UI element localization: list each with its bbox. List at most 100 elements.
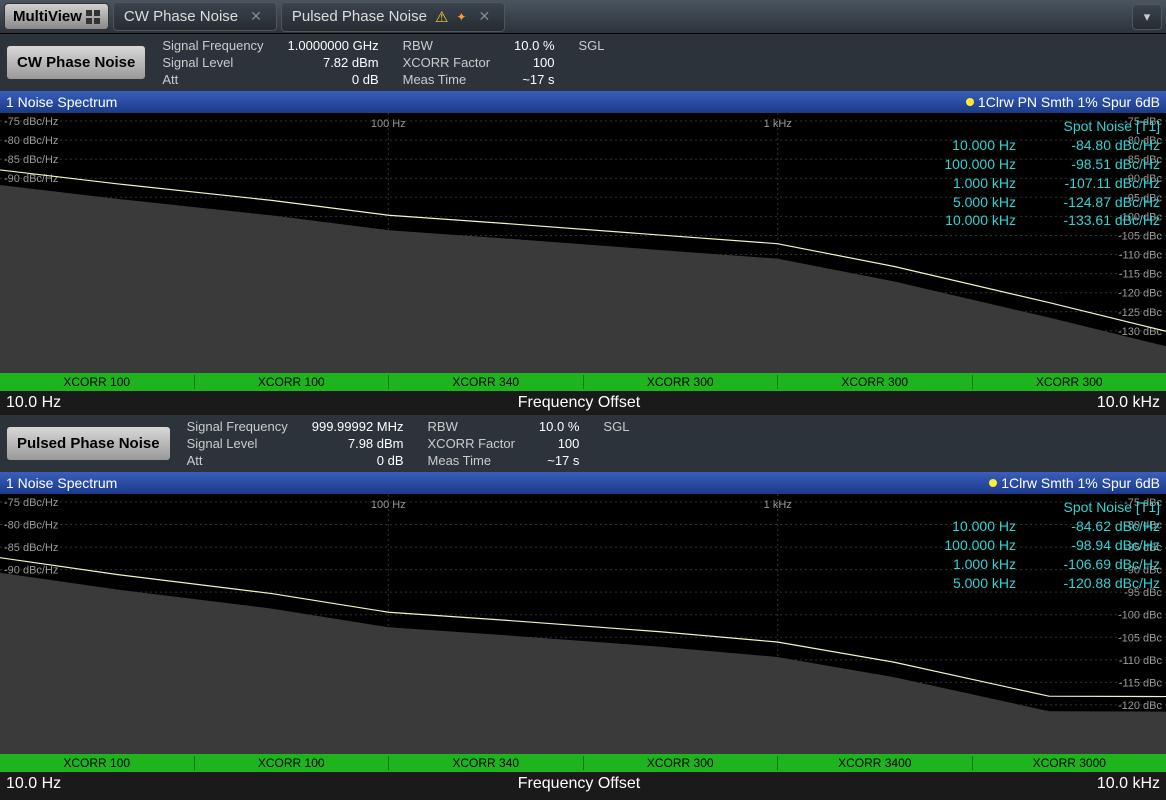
- trace-title-left: 1 Noise Spectrum: [6, 94, 117, 110]
- svg-text:-110 dBc: -110 dBc: [1119, 250, 1163, 262]
- multiview-button[interactable]: MultiView: [4, 3, 109, 30]
- spot-noise-row: 10.000 kHz-133.61 dBc/Hz: [906, 211, 1160, 230]
- spot-noise-row: 100.000 Hz-98.51 dBc/Hz: [906, 155, 1160, 174]
- spot-noise-row: 5.000 kHz-124.87 dBc/Hz: [906, 193, 1160, 212]
- trace-title-left: 1 Noise Spectrum: [6, 475, 117, 491]
- xcorr-segment: XCORR 100: [0, 756, 195, 770]
- close-icon[interactable]: ✕: [474, 8, 494, 25]
- param-value: ~17 s: [514, 72, 554, 87]
- axis-center: Frequency Offset: [518, 775, 640, 793]
- svg-text:-115 dBc: -115 dBc: [1119, 677, 1163, 689]
- param-value: 0 dB: [312, 453, 404, 468]
- panel-cw: CW Phase Noise Signal Frequency 1.000000…: [0, 34, 1166, 415]
- trace-indicator-icon: [989, 479, 997, 487]
- param-label: XCORR Factor: [428, 436, 515, 451]
- trace-title-right: 1Clrw Smth 1% Spur 6dB: [1001, 475, 1160, 491]
- xcorr-segment: XCORR 3000: [973, 756, 1166, 770]
- xcorr-segment: XCORR 100: [195, 375, 390, 389]
- param-label: Signal Frequency: [187, 419, 288, 434]
- warning-icon: ⚠: [435, 8, 448, 26]
- spot-noise-row: 100.000 Hz-98.94 dBc/Hz: [906, 536, 1160, 555]
- param-label: Signal Frequency: [162, 38, 263, 53]
- xcorr-bar-pulsed: XCORR 100XCORR 100XCORR 340XCORR 300XCOR…: [0, 754, 1166, 772]
- tab-label: Pulsed Phase Noise: [292, 8, 427, 25]
- svg-text:1 kHz: 1 kHz: [764, 118, 792, 130]
- param-label: Att: [187, 453, 288, 468]
- svg-text:-110 dBc: -110 dBc: [1119, 655, 1163, 667]
- meas-button-pulsed[interactable]: Pulsed Phase Noise: [6, 426, 171, 461]
- svg-text:-100 dBc: -100 dBc: [1118, 610, 1163, 622]
- param-label: Meas Time: [403, 72, 490, 87]
- param-label: Signal Level: [162, 55, 263, 70]
- param-value: 999.99992 MHz: [312, 419, 404, 434]
- axis-footer-pulsed: 10.0 Hz Frequency Offset 10.0 kHz: [0, 772, 1166, 796]
- param-value: 100: [539, 436, 579, 451]
- svg-text:-80 dBc/Hz: -80 dBc/Hz: [4, 520, 58, 532]
- close-icon[interactable]: ✕: [246, 8, 266, 25]
- tab-pulsed-phase-noise[interactable]: Pulsed Phase Noise ⚠ ✦ ✕: [281, 2, 505, 32]
- param-value: 10.0 %: [539, 419, 579, 434]
- axis-center: Frequency Offset: [518, 394, 640, 412]
- params-grid: Signal Frequency 1.0000000 GHz RBW 10.0 …: [162, 38, 604, 87]
- svg-text:-105 dBc: -105 dBc: [1118, 632, 1163, 644]
- xcorr-segment: XCORR 300: [973, 375, 1166, 389]
- param-label: RBW: [403, 38, 490, 53]
- axis-left: 10.0 Hz: [6, 394, 61, 412]
- spot-noise-header: Spot Noise [T1]: [906, 498, 1160, 517]
- spot-noise-row: 1.000 kHz-107.11 dBc/Hz: [906, 174, 1160, 193]
- xcorr-segment: XCORR 100: [0, 375, 195, 389]
- tab-bar: MultiView CW Phase Noise ✕ Pulsed Phase …: [0, 0, 1166, 34]
- multiview-label: MultiView: [13, 8, 82, 25]
- svg-text:100 Hz: 100 Hz: [371, 499, 406, 511]
- param-value: 100: [514, 55, 554, 70]
- param-value: 7.82 dBm: [288, 55, 379, 70]
- svg-text:-75 dBc/Hz: -75 dBc/Hz: [4, 116, 58, 128]
- spot-noise-row: 10.000 Hz-84.62 dBc/Hz: [906, 517, 1160, 536]
- svg-text:-125 dBc: -125 dBc: [1118, 307, 1163, 319]
- svg-text:-115 dBc: -115 dBc: [1119, 269, 1163, 281]
- svg-text:1 kHz: 1 kHz: [764, 499, 792, 511]
- trace-indicator-icon: [966, 98, 974, 106]
- grid-icon: [86, 10, 100, 24]
- spot-noise-table-cw: Spot Noise [T1] 10.000 Hz-84.80 dBc/Hz 1…: [906, 117, 1160, 230]
- svg-text:-90 dBc/Hz: -90 dBc/Hz: [4, 173, 58, 185]
- trace-title-right: 1Clrw PN Smth 1% Spur 6dB: [978, 94, 1160, 110]
- tab-menu-dropdown[interactable]: ▾: [1132, 4, 1162, 30]
- param-label: RBW: [428, 419, 515, 434]
- param-value: 7.98 dBm: [312, 436, 404, 451]
- svg-text:-75 dBc/Hz: -75 dBc/Hz: [4, 497, 58, 509]
- xcorr-segment: XCORR 340: [389, 375, 584, 389]
- svg-text:-130 dBc: -130 dBc: [1118, 326, 1163, 338]
- chart-area-cw[interactable]: -75 dBc/Hz-75 dBc-80 dBc/Hz-80 dBc-85 dB…: [0, 113, 1166, 373]
- chevron-down-icon: ▾: [1144, 9, 1151, 25]
- svg-text:-80 dBc/Hz: -80 dBc/Hz: [4, 135, 58, 147]
- xcorr-segment: XCORR 100: [195, 756, 390, 770]
- svg-text:-105 dBc: -105 dBc: [1118, 230, 1163, 242]
- param-label: SGL: [579, 38, 605, 53]
- svg-text:-85 dBc/Hz: -85 dBc/Hz: [4, 154, 58, 166]
- svg-text:-120 dBc: -120 dBc: [1118, 700, 1163, 712]
- xcorr-segment: XCORR 300: [584, 375, 779, 389]
- svg-text:-120 dBc: -120 dBc: [1118, 288, 1163, 300]
- param-label: SGL: [603, 419, 629, 434]
- param-value: 10.0 %: [514, 38, 554, 53]
- param-label: XCORR Factor: [403, 55, 490, 70]
- xcorr-segment: XCORR 3400: [778, 756, 973, 770]
- xcorr-bar-cw: XCORR 100XCORR 100XCORR 340XCORR 300XCOR…: [0, 373, 1166, 391]
- spot-noise-row: 5.000 kHz-120.88 dBc/Hz: [906, 574, 1160, 593]
- axis-right: 10.0 kHz: [1097, 394, 1160, 412]
- svg-text:-85 dBc/Hz: -85 dBc/Hz: [4, 542, 58, 554]
- chart-area-pulsed[interactable]: -75 dBc/Hz-75 dBc-80 dBc/Hz-80 dBc-85 dB…: [0, 494, 1166, 754]
- spot-noise-row: 10.000 Hz-84.80 dBc/Hz: [906, 136, 1160, 155]
- trace-title-bar-cw: 1 Noise Spectrum 1Clrw PN Smth 1% Spur 6…: [0, 91, 1166, 113]
- xcorr-segment: XCORR 300: [584, 756, 779, 770]
- axis-left: 10.0 Hz: [6, 775, 61, 793]
- meas-header-pulsed: Pulsed Phase Noise Signal Frequency 999.…: [0, 415, 1166, 472]
- tab-cw-phase-noise[interactable]: CW Phase Noise ✕: [113, 2, 277, 31]
- star-icon: ✦: [456, 10, 466, 24]
- xcorr-segment: XCORR 300: [778, 375, 973, 389]
- panel-pulsed: Pulsed Phase Noise Signal Frequency 999.…: [0, 415, 1166, 796]
- axis-footer-cw: 10.0 Hz Frequency Offset 10.0 kHz: [0, 391, 1166, 415]
- spot-noise-row: 1.000 kHz-106.69 dBc/Hz: [906, 555, 1160, 574]
- meas-button-cw[interactable]: CW Phase Noise: [6, 45, 146, 80]
